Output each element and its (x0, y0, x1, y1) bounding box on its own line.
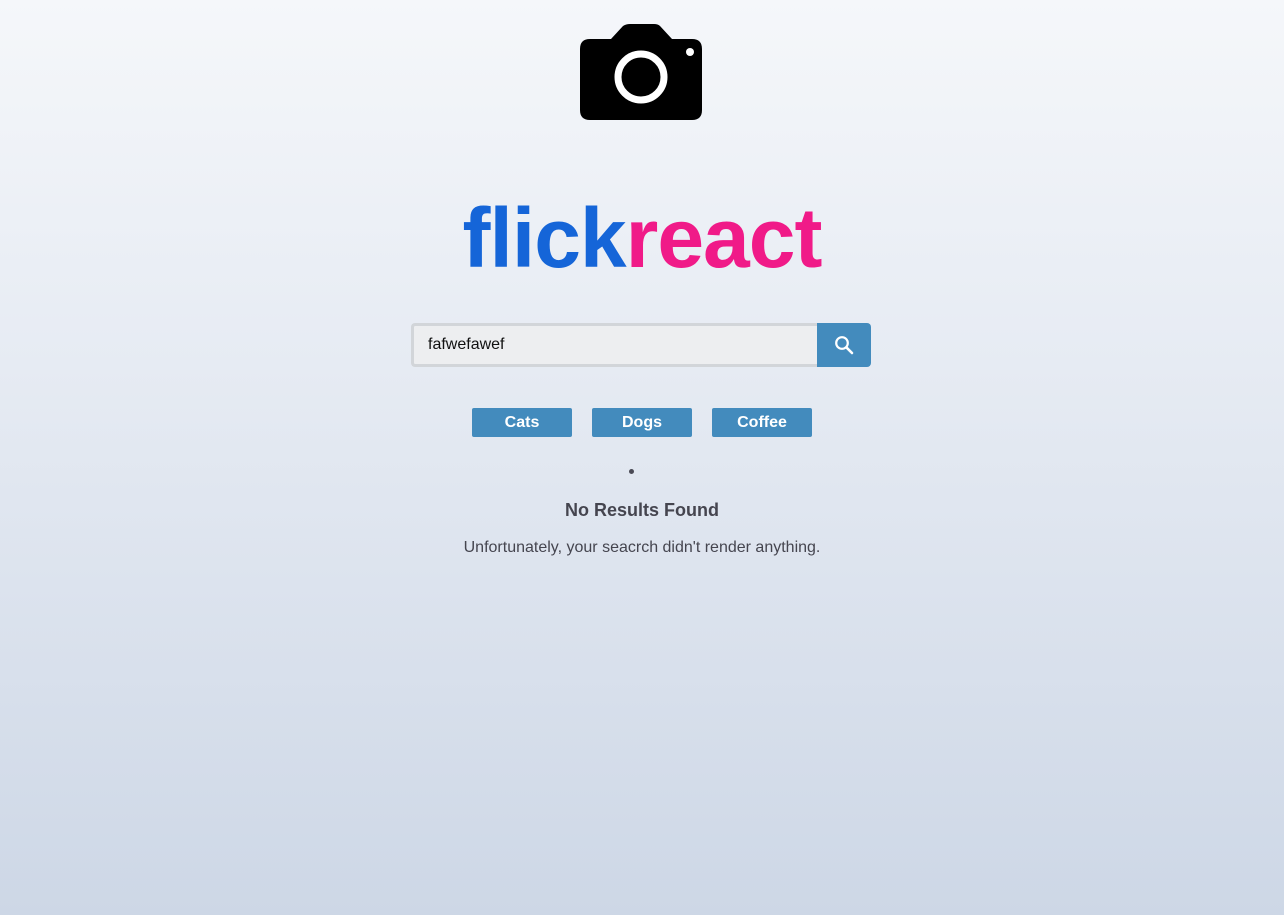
search-button[interactable] (817, 323, 871, 367)
list-bullet (629, 469, 634, 474)
logo-text-flick: flick (462, 191, 627, 285)
main-nav: Cats Dogs Coffee (0, 408, 1284, 437)
search-icon (835, 336, 854, 355)
search-input[interactable] (411, 323, 817, 367)
app-logo: flickreact (0, 188, 1284, 288)
no-results-message: Unfortunately, your seacrch didn't rende… (463, 539, 821, 556)
nav-button-cats[interactable]: Cats (472, 408, 572, 437)
camera-icon (580, 24, 702, 120)
logo-text-react: react (625, 191, 823, 285)
no-results-title: No Results Found (565, 500, 719, 520)
search-form (411, 323, 871, 367)
nav-button-dogs[interactable]: Dogs (592, 408, 692, 437)
nav-button-coffee[interactable]: Coffee (712, 408, 812, 437)
